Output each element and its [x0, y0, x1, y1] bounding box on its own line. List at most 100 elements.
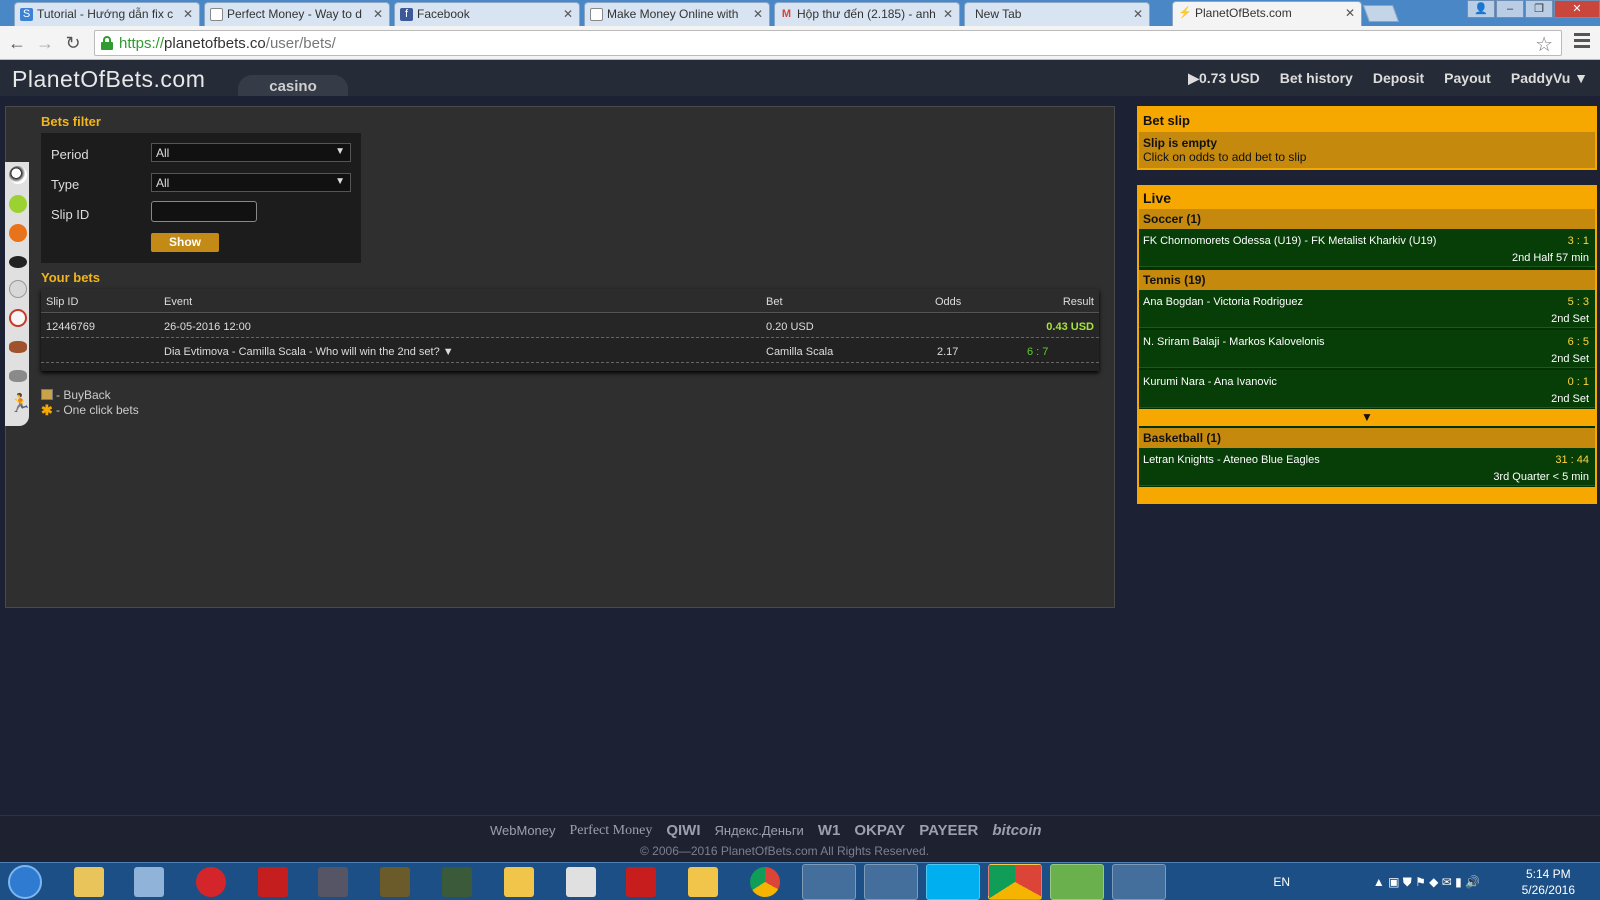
site-header: PlanetOfBets.com casino ▶0.73 USD Bet hi…	[0, 60, 1600, 96]
event-description[interactable]: Dia Evtimova - Camilla Scala - Who will …	[164, 346, 454, 358]
file-explorer-icon[interactable]	[74, 867, 104, 897]
soccer-ball-icon[interactable]	[9, 166, 27, 184]
tab-title: Tutorial - Hướng dẫn fix c	[37, 7, 174, 21]
bluestacks-icon[interactable]	[1050, 864, 1104, 900]
app-red-icon[interactable]	[196, 867, 226, 897]
live-category-tennis[interactable]: Tennis (19)	[1139, 270, 1595, 290]
skype-icon[interactable]	[926, 864, 980, 900]
monitor-icon[interactable]	[318, 867, 348, 897]
windows-start-icon[interactable]	[8, 865, 42, 899]
maximize-icon[interactable]: ❐	[1525, 0, 1553, 18]
close-tab-icon[interactable]: ✕	[563, 7, 573, 21]
address-bar[interactable]: https://planetofbets.co/user/bets/ ☆	[94, 30, 1562, 56]
runner-icon: ⚡	[1178, 7, 1192, 19]
chrome-icon[interactable]	[750, 867, 780, 897]
gta-icon[interactable]	[442, 867, 472, 897]
slip-empty-text: Slip is empty	[1143, 136, 1218, 150]
tab-make-money[interactable]: Make Money Online with ✕	[584, 2, 770, 26]
period-select[interactable]: All ▼	[151, 143, 351, 162]
system-tray-icons[interactable]: ▲ ▣ ⛊ ⚑ ◆ ✉ ▮ 🔊	[1373, 875, 1480, 890]
control-panel-icon[interactable]	[1112, 864, 1166, 900]
expand-more-icon[interactable]: ▼	[1139, 409, 1595, 426]
one-click-label: - One click bets	[56, 403, 139, 417]
tab-tutorial[interactable]: S Tutorial - Hướng dẫn fix c ✕	[14, 2, 200, 26]
bet-history-link[interactable]: Bet history	[1280, 70, 1353, 87]
live-category-basketball[interactable]: Basketball (1)	[1139, 428, 1595, 448]
volleyball-icon[interactable]	[9, 280, 27, 298]
close-tab-icon[interactable]: ✕	[943, 7, 953, 21]
show-button[interactable]: Show	[151, 233, 219, 252]
new-tab-button[interactable]	[1362, 5, 1400, 22]
close-tab-icon[interactable]: ✕	[373, 7, 383, 21]
live-match[interactable]: Ana Bogdan - Victoria Rodriguez 5 : 3 2n…	[1139, 290, 1595, 328]
user-icon[interactable]: 👤	[1467, 0, 1495, 18]
taskbar-clock[interactable]: 5:14 PM 5/26/2016	[1522, 866, 1575, 898]
folder-icon[interactable]	[504, 867, 534, 897]
close-tab-icon[interactable]: ✕	[1133, 7, 1143, 21]
browser-menu-icon[interactable]	[1574, 33, 1590, 51]
live-match[interactable]: Letran Knights - Ateneo Blue Eagles 31 :…	[1139, 448, 1595, 486]
type-select[interactable]: All ▼	[151, 173, 351, 192]
bets-filter-form: Period All ▼ Type All ▼ Slip ID Show	[41, 133, 361, 263]
tab-title: Hộp thư đến (2.185) - anh	[797, 7, 936, 21]
close-tab-icon[interactable]: ✕	[1345, 6, 1355, 20]
language-indicator[interactable]: EN	[1273, 875, 1290, 889]
slip-id-label: Slip ID	[51, 207, 90, 222]
table-row[interactable]: 12446769 26-05-2016 12:00 0.20 USD 0.43 …	[41, 314, 1099, 338]
table-row[interactable]: Dia Evtimova - Camilla Scala - Who will …	[41, 339, 1099, 363]
app-64-icon[interactable]	[626, 867, 656, 897]
col-odds: Odds	[935, 296, 962, 308]
forward-arrow-icon[interactable]: →	[34, 32, 56, 54]
close-window-icon[interactable]: ✕	[1554, 0, 1600, 18]
live-match[interactable]: N. Sriram Balaji - Markos Kalovelonis 6 …	[1139, 330, 1595, 368]
bookmark-star-icon[interactable]: ☆	[1535, 32, 1553, 57]
tab-planetofbets[interactable]: ⚡ PlanetOfBets.com ✕	[1172, 1, 1362, 26]
webmoney-logo: WebMoney	[490, 823, 556, 838]
payout-link[interactable]: Payout	[1444, 70, 1491, 87]
tab-perfect-money[interactable]: Perfect Money - Way to d ✕	[204, 2, 390, 26]
reload-icon[interactable]: ↻	[62, 32, 84, 54]
hockey-puck-icon[interactable]	[9, 256, 27, 268]
buyback-icon	[41, 389, 53, 400]
site-logo[interactable]: PlanetOfBets.com	[12, 66, 205, 93]
event-date: 26-05-2016 12:00	[164, 321, 251, 333]
user-menu[interactable]: PaddyVu ▼	[1511, 70, 1588, 87]
casino-tab[interactable]: casino	[238, 75, 348, 96]
live-category-soccer[interactable]: Soccer (1)	[1139, 209, 1595, 229]
chrome-active-icon[interactable]	[988, 864, 1042, 900]
tab-gmail[interactable]: M Hộp thư đến (2.185) - anh ✕	[774, 2, 960, 26]
tennis-ball-icon[interactable]	[9, 195, 27, 213]
deposit-link[interactable]: Deposit	[1373, 70, 1424, 87]
athletics-runner-icon[interactable]: 🏃	[9, 394, 31, 412]
close-tab-icon[interactable]: ✕	[753, 7, 763, 21]
balance-link[interactable]: ▶0.73 USD	[1188, 70, 1259, 87]
live-match[interactable]: Kurumi Nara - Ana Ivanovic 0 : 1 2nd Set	[1139, 370, 1595, 408]
live-match[interactable]: FK Chornomorets Odessa (U19) - FK Metali…	[1139, 229, 1595, 267]
bets-table: Slip ID Event Bet Odds Result 12446769 2…	[41, 289, 1099, 371]
slip-id-input[interactable]	[151, 201, 257, 222]
minimize-icon[interactable]: –	[1496, 0, 1524, 18]
game-icon[interactable]	[380, 867, 410, 897]
notepad-icon[interactable]	[802, 864, 856, 900]
tab-facebook[interactable]: f Facebook ✕	[394, 2, 580, 26]
computer-icon[interactable]	[134, 867, 164, 897]
flash-icon[interactable]	[258, 867, 288, 897]
american-football-icon[interactable]	[9, 341, 27, 353]
unikey-icon[interactable]	[566, 867, 596, 897]
site-favicon-icon: S	[20, 8, 33, 21]
tab-title: Facebook	[417, 7, 470, 21]
basketball-icon[interactable]	[9, 224, 27, 242]
rugby-ball-icon[interactable]	[9, 370, 27, 382]
table-header: Slip ID Event Bet Odds Result	[41, 289, 1099, 313]
one-click-star-icon: ✱	[41, 402, 53, 418]
back-arrow-icon[interactable]: ←	[6, 32, 28, 54]
match-score: 6 : 7	[1027, 346, 1049, 358]
baseball-icon[interactable]	[9, 309, 27, 327]
payment-logos: WebMoney Perfect Money QIWI Яндекс.Деньг…	[490, 822, 1042, 839]
browser-tab-strip: S Tutorial - Hướng dẫn fix c ✕ Perfect M…	[0, 0, 1600, 26]
tab-new-tab[interactable]: New Tab ✕	[964, 2, 1150, 26]
task-manager-icon[interactable]	[864, 864, 918, 900]
folder-icon[interactable]	[688, 867, 718, 897]
bet-amount: 0.20 USD	[766, 321, 814, 333]
close-tab-icon[interactable]: ✕	[183, 7, 193, 21]
